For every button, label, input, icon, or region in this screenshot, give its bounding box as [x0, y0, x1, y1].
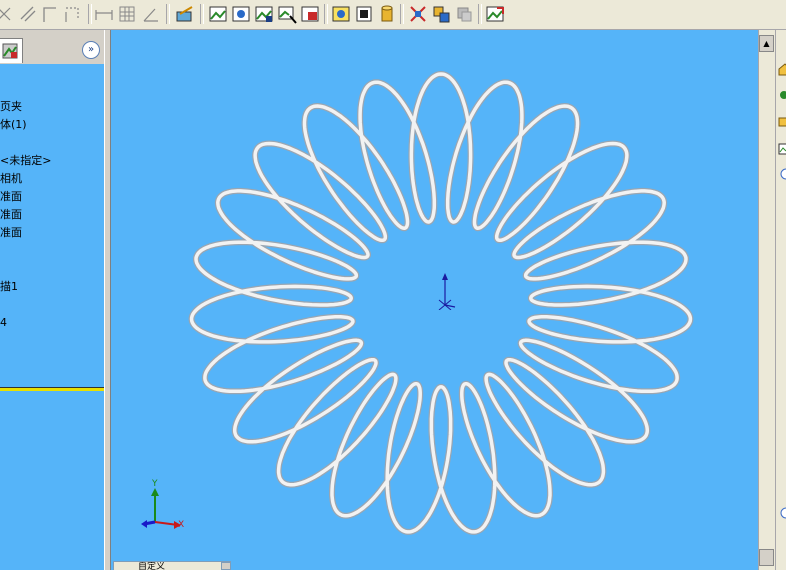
corner-icon[interactable]	[40, 4, 60, 24]
scroll-down-button[interactable]	[759, 549, 774, 566]
configuration-dropdown-button[interactable]	[221, 562, 231, 570]
extrude-icon[interactable]	[408, 4, 428, 24]
shaded-icon[interactable]	[331, 4, 351, 24]
horizontal-dimension-icon[interactable]	[94, 4, 114, 24]
tree-item-sweep[interactable]: 描1	[0, 279, 18, 295]
arrow-up-icon: ▲	[763, 39, 770, 48]
display-style-icon[interactable]	[231, 4, 251, 24]
tree-item-plane-top[interactable]: 准面	[0, 207, 22, 223]
tree-item-material[interactable]: <未指定>	[0, 153, 51, 169]
design-library-icon[interactable]	[778, 88, 786, 102]
zoom-fit-icon[interactable]	[300, 4, 320, 24]
fillet-icon[interactable]	[454, 4, 474, 24]
grid-icon[interactable]	[117, 4, 137, 24]
view-triad: Y X	[136, 479, 196, 540]
file-explorer-icon[interactable]	[778, 114, 786, 128]
relation-icon[interactable]	[18, 4, 38, 24]
edit-sketch-icon[interactable]	[175, 4, 195, 24]
main-toolbar	[0, 0, 786, 30]
zoom-area-icon[interactable]	[277, 4, 297, 24]
tree-item-solid-bodies[interactable]: 体(1)	[0, 117, 27, 133]
feature-manager-icon	[2, 43, 18, 59]
triad-x-label: X	[178, 520, 185, 530]
custom-properties-icon[interactable]	[778, 506, 786, 520]
panel-splitter[interactable]	[104, 30, 111, 570]
home-icon[interactable]	[778, 62, 786, 76]
scroll-up-button[interactable]: ▲	[759, 35, 774, 52]
configuration-label: 自定义	[138, 562, 166, 570]
tree-item-folder[interactable]: 页夹	[0, 99, 22, 115]
configuration-tab[interactable]: 自定义	[113, 561, 231, 570]
triad-y-label: Y	[152, 479, 158, 489]
tree-item-plane-right[interactable]: 准面	[0, 225, 22, 241]
cut-icon[interactable]	[431, 4, 451, 24]
view-palette-icon[interactable]	[778, 142, 786, 156]
smart-dimension-icon[interactable]	[0, 4, 14, 24]
tree-item-feature[interactable]: 4	[0, 315, 7, 331]
task-pane-strip	[775, 30, 786, 570]
view-orient-icon[interactable]	[208, 4, 228, 24]
panel-header: »	[0, 30, 104, 64]
appearances-icon[interactable]	[778, 167, 786, 181]
double-chevron-right-icon: »	[87, 44, 95, 55]
triad-axes-icon	[141, 488, 181, 529]
hidden-lines-icon[interactable]	[354, 4, 374, 24]
section-view-icon[interactable]	[254, 4, 274, 24]
trim-icon[interactable]	[62, 4, 82, 24]
rollback-bar[interactable]	[0, 387, 104, 391]
cylinder-icon[interactable]	[377, 4, 397, 24]
graphics-viewport[interactable]: Y X	[111, 30, 758, 570]
vertical-scrollbar[interactable]: ▲	[758, 30, 775, 570]
origin-marker	[438, 273, 456, 310]
tree-item-plane-front[interactable]: 准面	[0, 189, 22, 205]
feature-manager-panel: » 页夹 体(1) <未指定> 相机 准面 准面 准面 描1 4	[0, 30, 104, 570]
expand-panel-button[interactable]: »	[82, 41, 100, 59]
rebuild-icon[interactable]	[485, 4, 505, 24]
tree-item-camera[interactable]: 相机	[0, 171, 22, 187]
feature-manager-tab[interactable]	[0, 38, 23, 63]
angle-icon[interactable]	[141, 4, 161, 24]
